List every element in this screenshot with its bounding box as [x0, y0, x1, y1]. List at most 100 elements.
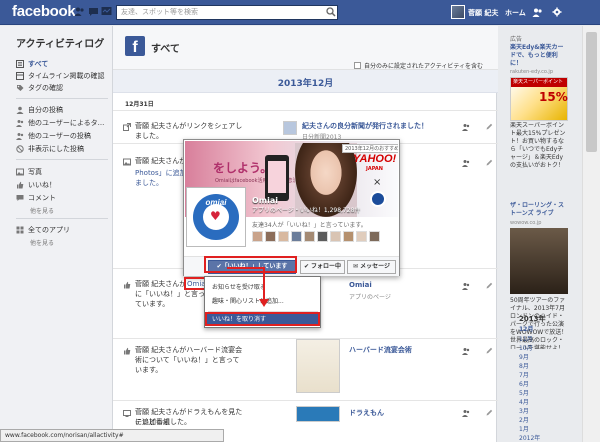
sidebar-item-tagged-by-others[interactable]: 他のユーザーによるタ...: [16, 117, 112, 128]
friend-requests-icon[interactable]: [74, 6, 85, 17]
sidebar-item-photos[interactable]: 写真: [16, 166, 112, 177]
private-activity-checkbox[interactable]: [354, 62, 361, 69]
search-input[interactable]: 友達、スポット等を検索: [116, 5, 338, 20]
more-link[interactable]: 他を見る: [30, 238, 54, 247]
sidebar-title: アクティビティログ: [16, 39, 105, 50]
message-button[interactable]: ✉ メッセージ: [347, 260, 396, 274]
timeline-month[interactable]: 8月: [519, 361, 529, 370]
avatar[interactable]: [356, 231, 367, 242]
month-header: 2013年12月: [113, 70, 498, 93]
edit-pencil-icon[interactable]: [486, 409, 493, 416]
timeline-month[interactable]: 12月: [519, 324, 533, 333]
sidebar-divider: [16, 218, 108, 219]
ad-headline[interactable]: ザ・ローリング・ストーンズ ライブ: [510, 202, 568, 218]
sidebar-item-tag-review[interactable]: タグの確認: [16, 82, 112, 93]
like-icon: [16, 181, 24, 189]
sidebar-item-label: 自分の投稿: [28, 105, 63, 114]
timeline-month[interactable]: 5月: [519, 388, 529, 397]
sidebar-item-hidden-posts[interactable]: 非表示にした投稿: [16, 143, 112, 154]
timeline-month[interactable]: 3月: [519, 406, 529, 415]
timeline-month[interactable]: 6月: [519, 379, 529, 388]
sidebar-item-all-apps[interactable]: 全てのアプリ: [16, 224, 112, 235]
avatar[interactable]: [304, 231, 315, 242]
avatar[interactable]: [317, 231, 328, 242]
timeline-month[interactable]: 11月: [519, 334, 533, 343]
link-thumbnail[interactable]: [283, 121, 297, 135]
cover-headline: をしよう。: [213, 161, 273, 175]
scrollbar[interactable]: [582, 26, 600, 442]
book-cover[interactable]: [296, 339, 340, 393]
find-friends-icon[interactable]: [532, 7, 543, 18]
home-link[interactable]: ホーム: [505, 8, 526, 18]
profile-link[interactable]: 菅願 紀夫: [468, 8, 498, 18]
timeline-month[interactable]: 10月: [519, 343, 533, 352]
sidebar-item-others-posts[interactable]: 他のユーザーの投稿: [16, 130, 112, 141]
avatar[interactable]: [252, 231, 263, 242]
avatar[interactable]: [330, 231, 341, 242]
photo-icon: [123, 158, 131, 166]
audience-friends-icon[interactable]: [462, 409, 470, 417]
activity-text-tail: に追加しました。: [135, 418, 191, 426]
menu-item-notifications[interactable]: お知らせを受け取る: [212, 282, 266, 291]
sidebar-item-likes[interactable]: いいね！: [16, 179, 112, 190]
edit-pencil-icon[interactable]: [486, 159, 493, 166]
menu-item-add-to-interests[interactable]: 趣味・関心リストに追加...: [212, 296, 284, 305]
tv-icon: [123, 409, 131, 417]
audience-friends-icon[interactable]: [462, 159, 470, 167]
following-button[interactable]: ✔ フォロー中: [300, 260, 345, 274]
sidebar-item-label: 非表示にした投稿: [28, 144, 84, 153]
share-icon: [123, 123, 131, 131]
comment-icon: [16, 194, 24, 202]
facebook-logo[interactable]: facebook: [12, 3, 76, 20]
messages-icon[interactable]: [88, 6, 99, 17]
avatar[interactable]: [278, 231, 289, 242]
timeline-year[interactable]: 2013年: [519, 314, 545, 324]
ad-image-percent: 15%: [539, 90, 568, 104]
gear-icon[interactable]: [552, 7, 562, 17]
edit-pencil-icon[interactable]: [486, 282, 493, 289]
notifications-icon[interactable]: [101, 6, 112, 17]
ad-image[interactable]: 楽天スーパーポイント 15%: [510, 77, 568, 121]
sidebar-item-label: タイムライン掲載の確認: [28, 71, 105, 80]
edit-pencil-icon[interactable]: [486, 347, 493, 354]
highlight-arrow-head: [259, 299, 269, 307]
timeline-month[interactable]: 1月: [519, 424, 529, 433]
divider: [113, 400, 498, 401]
page-title-omiai[interactable]: Omiai: [349, 281, 372, 289]
people-icon: [16, 119, 24, 127]
search-icon[interactable]: [326, 7, 336, 17]
sidebar-item-comments[interactable]: コメント: [16, 192, 112, 203]
ad-image[interactable]: [510, 228, 568, 294]
sidebar-item-all[interactable]: すべて: [16, 58, 112, 69]
tv-thumbnail[interactable]: [296, 406, 340, 422]
avatar[interactable]: [369, 231, 380, 242]
timeline-month[interactable]: 7月: [519, 370, 529, 379]
avatar[interactable]: [451, 5, 465, 19]
audience-friends-icon[interactable]: [462, 123, 470, 131]
audience-friends-icon[interactable]: [462, 282, 470, 290]
timeline-year-prev[interactable]: 2012年: [519, 433, 540, 442]
sidebar-item-timeline-review[interactable]: タイムライン掲載の確認: [16, 70, 112, 81]
ad-headline[interactable]: 楽天Edy&楽天カードで、もっと便利に！: [510, 44, 568, 68]
avatar[interactable]: [291, 231, 302, 242]
ads-heading: 広告: [510, 36, 523, 43]
audience-friends-icon[interactable]: [462, 347, 470, 355]
timeline-month[interactable]: 4月: [519, 397, 529, 406]
page-title-doraemon[interactable]: ドラえもん: [349, 408, 384, 418]
partner-logo: [370, 191, 386, 207]
omiai-logo[interactable]: omiai ♥: [187, 188, 245, 246]
link-title[interactable]: 紀夫さんの良分新聞が発行されました！: [302, 121, 452, 131]
sidebar-item-label: 他のユーザーによるタ...: [28, 118, 105, 127]
person-icon: [16, 106, 24, 114]
page-title: すべて: [151, 44, 180, 55]
highlight-unlike: [205, 312, 320, 326]
avatar[interactable]: [265, 231, 276, 242]
timeline-month[interactable]: 2月: [519, 415, 529, 424]
sidebar-item-my-posts[interactable]: 自分の投稿: [16, 104, 112, 115]
card-page-name[interactable]: Omiai: [252, 196, 278, 205]
avatar[interactable]: [343, 231, 354, 242]
timeline-month[interactable]: 9月: [519, 352, 529, 361]
edit-pencil-icon[interactable]: [486, 123, 493, 130]
more-link[interactable]: 他を見る: [30, 206, 54, 215]
page-title-book[interactable]: ハーバード流宴会術: [349, 345, 412, 355]
